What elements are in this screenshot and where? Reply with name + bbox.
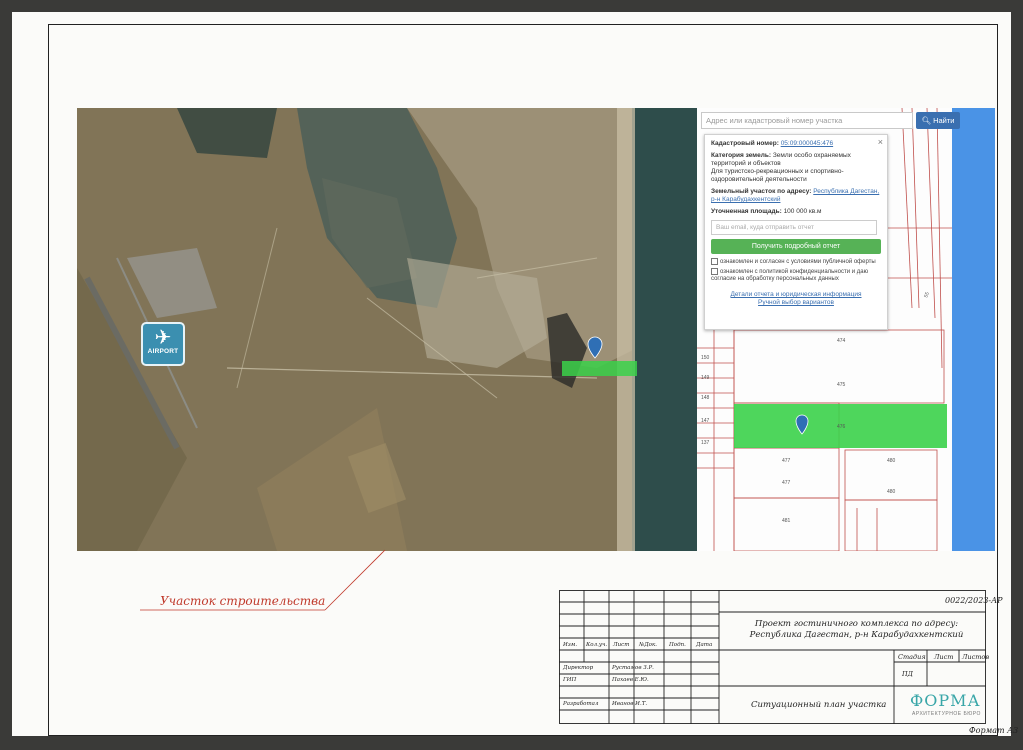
document-code: 0022/2023-АР [945, 596, 1003, 605]
sheet-title: Ситуационный план участка [751, 700, 887, 710]
stage-value: ПД [902, 670, 913, 678]
name-gip: Пахаев Е.Ю. [612, 677, 649, 683]
name-developer: Иванов И.Т. [612, 701, 648, 707]
hdr-sign: Подп. [669, 642, 686, 648]
company-logo-subtitle: АРХИТЕКТУРНОЕ БЮРО [912, 711, 981, 717]
sheets-header: Листов [962, 653, 990, 661]
name-director: Рустамов З.Р. [612, 665, 654, 671]
hdr-date: Дата [696, 642, 713, 648]
hdr-doc: №Док. [639, 642, 658, 648]
project-title: Проект гостиничного комплекса по адресу:… [749, 619, 964, 640]
stage-header: Стадия [898, 653, 926, 661]
construction-site-label: Участок строительства [160, 594, 326, 608]
hdr-list: Лист [613, 642, 630, 648]
sheet-header: Лист [934, 653, 954, 661]
hdr-izm: Изм. [563, 642, 578, 648]
role-director: Директор [563, 665, 594, 671]
hdr-kol: Кол.уч. [586, 642, 608, 648]
role-gip: ГИП [563, 677, 577, 683]
role-developer: Разработал [563, 701, 599, 707]
format-label: Формат А3 [969, 726, 1019, 735]
company-logo: ФОРМА [910, 691, 981, 710]
